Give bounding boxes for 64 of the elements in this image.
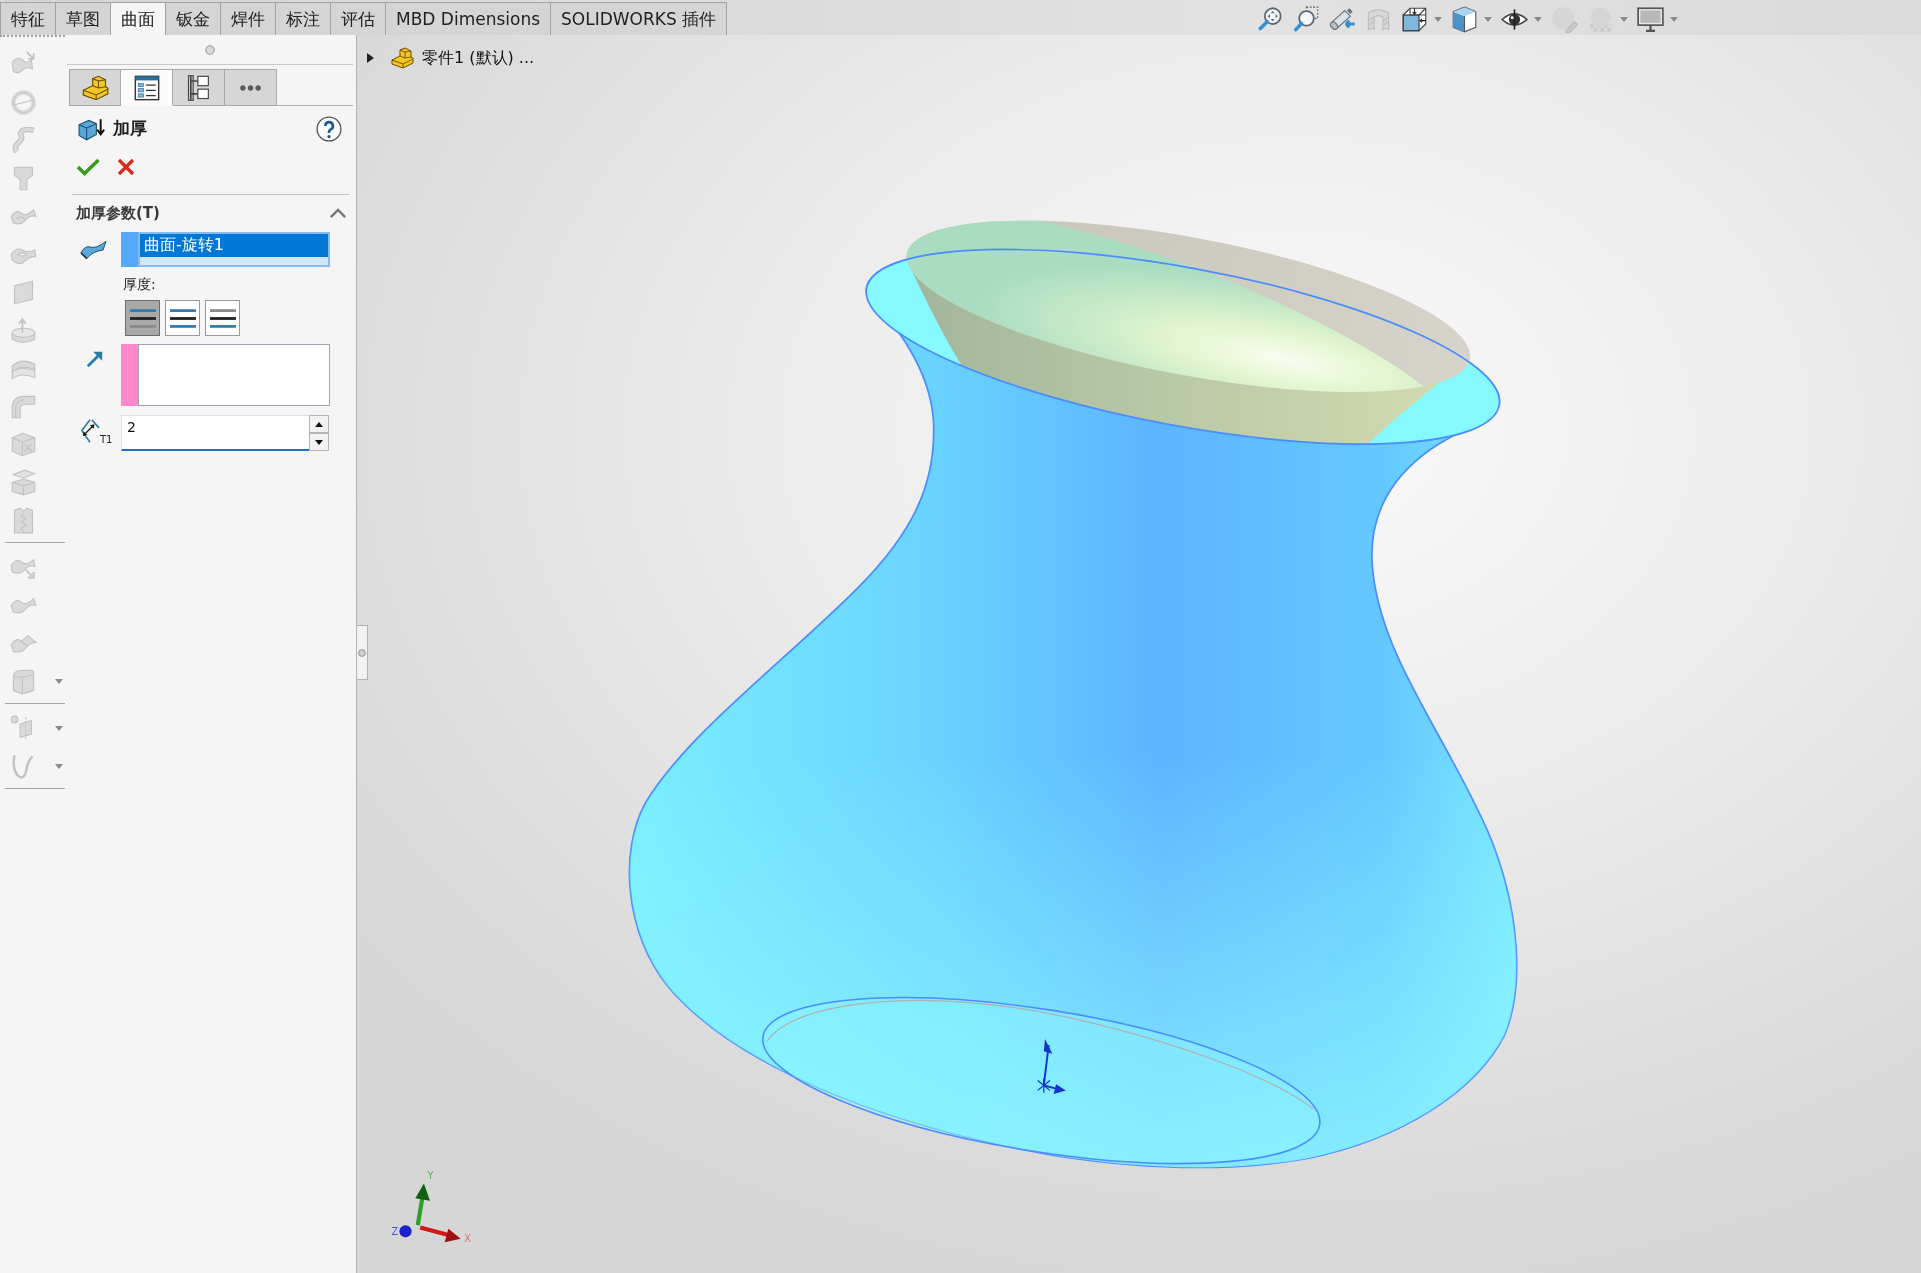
caret-icon[interactable] — [1534, 17, 1542, 22]
chevron-icon[interactable] — [329, 207, 347, 219]
telescope-arrow-icon[interactable] — [1329, 6, 1356, 33]
panel-title: 加厚 — [113, 117, 147, 140]
three-lines-icon — [169, 307, 196, 329]
caret-icon[interactable] — [1434, 17, 1442, 22]
caret-icon[interactable] — [1670, 17, 1678, 22]
field-label: 厚度: — [123, 276, 156, 294]
x-axis-arrow — [419, 1225, 461, 1243]
splitter-handle[interactable] — [357, 625, 368, 680]
command-tab[interactable]: 特征 — [0, 2, 56, 35]
part-block-icon — [81, 73, 109, 102]
help-icon[interactable] — [316, 115, 342, 142]
tree-item-label[interactable]: 零件1 (默认) ... — [422, 47, 535, 69]
eye-icon[interactable] — [1501, 6, 1528, 33]
property-list-icon — [132, 73, 161, 102]
thickness-side-button[interactable] — [205, 300, 240, 336]
z-axis-ball-icon — [399, 1225, 412, 1238]
section-title: 加厚参数(T) — [76, 203, 160, 223]
dimension-symbol: T1 — [100, 434, 113, 445]
shaded-cube-icon[interactable] — [1451, 6, 1478, 33]
thickness-side-button[interactable] — [125, 300, 160, 336]
axis-label: Y — [427, 1169, 434, 1181]
y-axis-arrow — [415, 1183, 430, 1226]
command-tab[interactable]: 曲面 — [111, 2, 166, 35]
panel-tab[interactable] — [173, 69, 225, 106]
three-lines-icon — [129, 307, 156, 329]
cube-arrows-icon[interactable] — [1401, 6, 1428, 33]
block-down-arrow-icon — [78, 116, 105, 141]
thickness-icon — [80, 418, 100, 445]
up-triangle-icon — [315, 421, 323, 427]
part-block-icon — [390, 46, 414, 70]
command-tab[interactable]: 焊件 — [221, 2, 276, 35]
selection-list-box[interactable] — [138, 344, 330, 406]
grip-dot-icon[interactable] — [205, 44, 215, 55]
more-icon — [240, 84, 261, 91]
command-tab[interactable]: 评估 — [331, 2, 386, 35]
magnifier-frame-icon[interactable] — [1293, 6, 1320, 33]
axis-label: Z — [391, 1225, 399, 1237]
command-tab[interactable]: 钣金 — [166, 2, 221, 35]
thickness-side-button[interactable] — [165, 300, 200, 336]
grip-dot-icon — [358, 648, 366, 657]
command-tab[interactable]: 标注 — [276, 2, 331, 35]
list-item[interactable]: 曲面-旋转1 — [140, 234, 328, 257]
command-tab[interactable]: SOLIDWORKS 插件 — [551, 2, 728, 35]
diagonal-arrow-icon — [86, 350, 104, 368]
monitor-icon[interactable] — [1637, 6, 1664, 33]
caret-icon[interactable] — [1484, 17, 1492, 22]
origin-icon — [1037, 1038, 1066, 1095]
thickness-input[interactable]: 2 — [121, 415, 309, 451]
axis-label: X — [464, 1233, 472, 1245]
down-triangle-icon — [315, 439, 323, 445]
spin-down-button[interactable] — [309, 433, 329, 451]
check-icon[interactable] — [76, 158, 100, 176]
wavy-surface-icon — [80, 238, 107, 260]
three-lines-icon — [209, 307, 236, 329]
cancel-icon[interactable] — [117, 158, 135, 176]
spin-up-button[interactable] — [309, 415, 329, 433]
expand-arrow-icon[interactable] — [367, 53, 374, 63]
selection-list-box[interactable]: 曲面-旋转1 — [138, 232, 330, 267]
panel-tab[interactable] — [121, 69, 173, 106]
command-tab[interactable]: 草图 — [56, 2, 111, 35]
magnifier-arrows-icon[interactable] — [1257, 6, 1284, 33]
command-tab[interactable]: MBD Dimensions — [386, 2, 552, 35]
